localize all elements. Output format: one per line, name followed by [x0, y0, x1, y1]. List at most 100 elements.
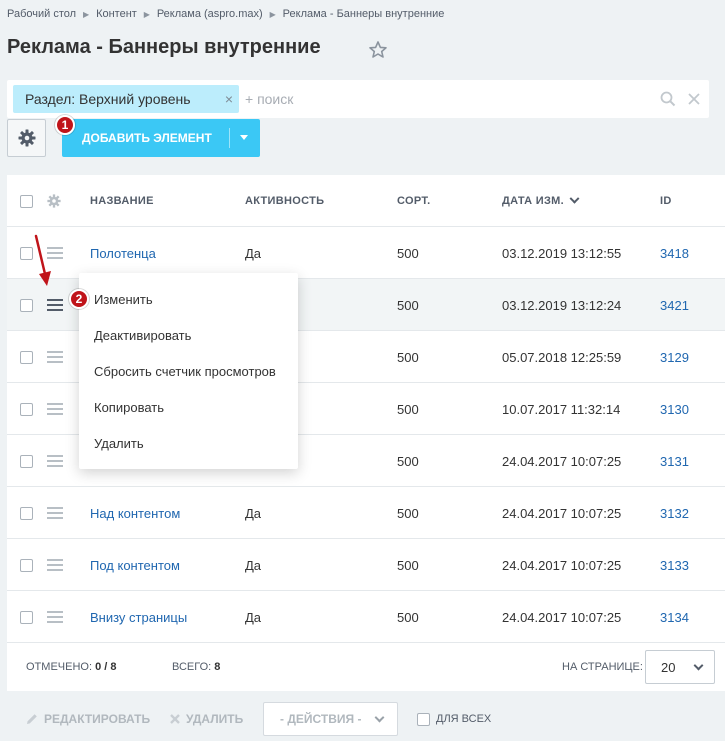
menu-icon[interactable] — [47, 299, 63, 311]
row-id-link[interactable]: 3418 — [660, 227, 689, 279]
column-header-sort[interactable]: СОРТ. — [397, 175, 430, 227]
breadcrumb-item-current[interactable]: Реклама - Баннеры внутренние — [283, 8, 445, 20]
close-icon — [170, 714, 180, 724]
row-date: 03.12.2019 13:12:55 — [502, 245, 622, 261]
table-row[interactable]: Полотенца Да 500 03.12.2019 13:12:55 341… — [7, 227, 725, 279]
row-id-link[interactable]: 3134 — [660, 591, 689, 643]
column-header-name[interactable]: НАЗВАНИЕ — [90, 175, 154, 227]
row-active: Да — [245, 609, 262, 625]
menu-item-deactivate[interactable]: Деактивировать — [79, 317, 298, 353]
for-all-toggle[interactable]: ДЛЯ ВСЕХ — [417, 699, 491, 739]
row-active: Да — [245, 245, 262, 261]
breadcrumb: Рабочий стол ▶ Контент ▶ Реклама (aspro.… — [7, 7, 444, 21]
row-checkbox[interactable] — [20, 350, 33, 364]
row-context-menu: Изменить Деактивировать Сбросить счетчик… — [79, 273, 298, 469]
button-divider — [229, 128, 230, 148]
breadcrumb-item-desktop[interactable]: Рабочий стол — [7, 8, 76, 20]
menu-item-reset-views[interactable]: Сбросить счетчик просмотров — [79, 353, 298, 389]
delete-label: УДАЛИТЬ — [186, 712, 244, 726]
column-header-id[interactable]: ID — [660, 175, 672, 227]
table-row[interactable]: Внизу страницы Да 500 24.04.2017 10:07:2… — [7, 591, 725, 643]
row-checkbox[interactable] — [20, 298, 33, 312]
search-input[interactable] — [243, 85, 623, 113]
menu-item-copy[interactable]: Копировать — [79, 389, 298, 425]
row-date: 05.07.2018 12:25:59 — [502, 349, 622, 365]
menu-icon[interactable] — [47, 611, 63, 623]
breadcrumb-item-ads[interactable]: Реклама (aspro.max) — [157, 8, 263, 20]
page-title: Реклама - Баннеры внутренние — [7, 36, 321, 58]
chevron-down-icon[interactable] — [240, 135, 248, 140]
row-name-link[interactable]: Над контентом — [90, 487, 180, 539]
row-sort: 500 — [397, 609, 419, 625]
row-date: 03.12.2019 13:12:24 — [502, 297, 622, 313]
chevron-right-icon: ▶ — [143, 9, 150, 19]
column-header-active[interactable]: АКТИВНОСТЬ — [245, 175, 324, 227]
add-element-button[interactable]: ДОБАВИТЬ ЭЛЕМЕНТ — [62, 119, 260, 157]
actions-select-label: - ДЕЙСТВИЯ - — [280, 712, 362, 726]
menu-icon[interactable] — [47, 507, 63, 519]
per-page-select[interactable]: 20 — [645, 650, 715, 684]
menu-icon[interactable] — [47, 403, 63, 415]
total-label: ВСЕГО: — [172, 661, 212, 673]
row-name-link[interactable]: Под контентом — [90, 539, 180, 591]
row-id-link[interactable]: 3132 — [660, 487, 689, 539]
search-icon[interactable] — [659, 90, 677, 108]
row-checkbox[interactable] — [20, 402, 33, 416]
row-checkbox[interactable] — [20, 610, 33, 624]
row-name-link[interactable]: Внизу страницы — [90, 591, 187, 643]
row-id-link[interactable]: 3130 — [660, 383, 689, 435]
row-id-link[interactable]: 3131 — [660, 435, 689, 487]
grid-header: НАЗВАНИЕ АКТИВНОСТЬ СОРТ. ДАТА ИЗМ. ID — [7, 175, 725, 227]
row-sort: 500 — [397, 245, 419, 261]
total-value: 8 — [214, 661, 221, 673]
table-row[interactable]: Над контентом Да 500 24.04.2017 10:07:25… — [7, 487, 725, 539]
menu-icon[interactable] — [47, 455, 63, 467]
annotation-arrow-icon — [34, 234, 51, 286]
delete-button[interactable]: УДАЛИТЬ — [169, 699, 243, 739]
row-date: 24.04.2017 10:07:25 — [502, 453, 622, 469]
row-date: 24.04.2017 10:07:25 — [502, 505, 622, 521]
row-id-link[interactable]: 3129 — [660, 331, 689, 383]
actions-select[interactable]: - ДЕЙСТВИЯ - — [263, 702, 398, 736]
breadcrumb-item-content[interactable]: Контент — [96, 8, 137, 20]
chevron-right-icon: ▶ — [269, 9, 276, 19]
row-checkbox[interactable] — [20, 558, 33, 572]
selected-value: 0 / 8 — [95, 661, 117, 673]
filter-tag[interactable]: Раздел: Верхний уровень × — [13, 85, 239, 113]
settings-button[interactable] — [7, 119, 46, 157]
row-date: 24.04.2017 10:07:25 — [502, 557, 622, 573]
row-sort: 500 — [397, 401, 419, 417]
menu-item-delete[interactable]: Удалить — [79, 425, 298, 461]
row-id-link[interactable]: 3421 — [660, 279, 689, 331]
row-name-link[interactable]: Полотенца — [90, 227, 156, 279]
menu-icon[interactable] — [47, 351, 63, 363]
filter-tag-label: Раздел: Верхний уровень — [25, 91, 191, 107]
edit-button[interactable]: РЕДАКТИРОВАТЬ — [25, 699, 150, 739]
row-sort: 500 — [397, 349, 419, 365]
menu-icon[interactable] — [47, 559, 63, 571]
edit-label: РЕДАКТИРОВАТЬ — [44, 712, 151, 726]
row-checkbox[interactable] — [20, 454, 33, 468]
close-icon[interactable]: × — [225, 91, 233, 107]
row-date: 24.04.2017 10:07:25 — [502, 609, 622, 625]
table-row[interactable]: Под контентом Да 500 24.04.2017 10:07:25… — [7, 539, 725, 591]
row-active: Да — [245, 557, 262, 573]
gear-icon — [18, 129, 35, 147]
sort-desc-icon — [569, 193, 580, 204]
gear-icon[interactable] — [47, 194, 61, 208]
selected-count: ОТМЕЧЕНО: 0 / 8 — [26, 643, 116, 691]
step-badge-2: 2 — [69, 289, 89, 309]
row-sort: 500 — [397, 297, 419, 313]
row-checkbox[interactable] — [20, 506, 33, 520]
select-all-checkbox[interactable] — [20, 194, 33, 208]
menu-item-edit[interactable]: Изменить — [79, 281, 298, 317]
star-icon[interactable] — [368, 40, 388, 60]
selected-label: ОТМЕЧЕНО: — [26, 661, 92, 673]
for-all-checkbox[interactable] — [417, 712, 430, 726]
clear-icon[interactable] — [685, 90, 703, 108]
row-date: 10.07.2017 11:32:14 — [502, 401, 621, 417]
row-sort: 500 — [397, 505, 419, 521]
column-header-date[interactable]: ДАТА ИЗМ. — [502, 175, 580, 227]
row-id-link[interactable]: 3133 — [660, 539, 689, 591]
per-page-label: НА СТРАНИЦЕ: — [562, 661, 643, 673]
